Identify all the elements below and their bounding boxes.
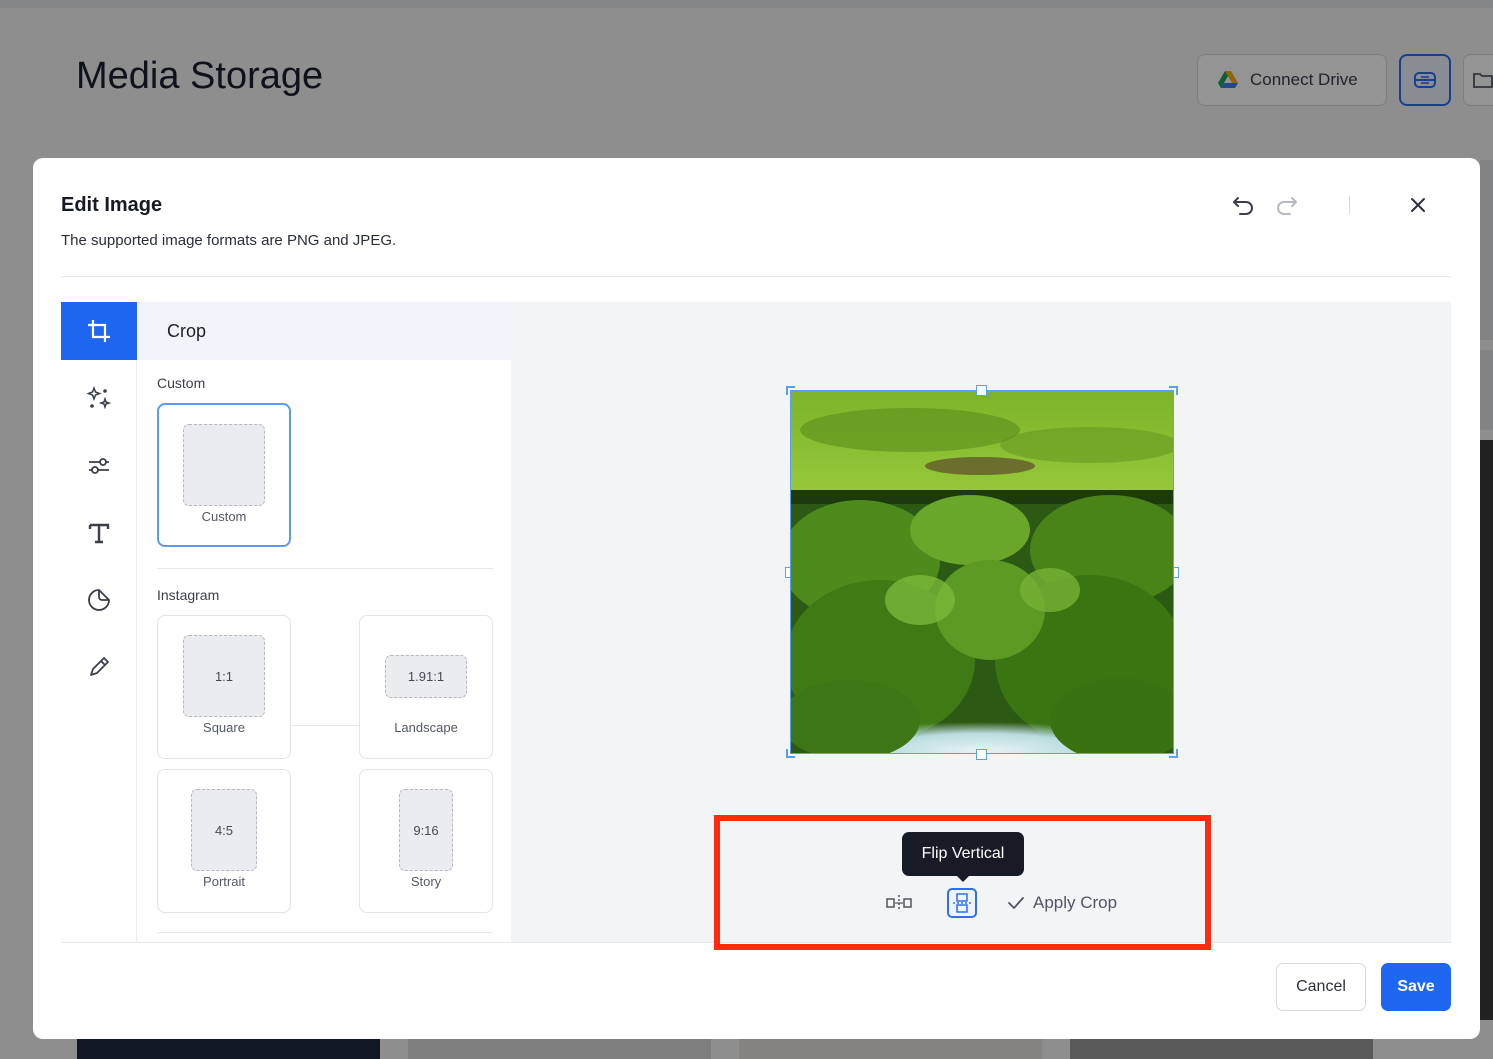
preset-shape	[183, 424, 265, 506]
flip-horizontal-icon	[886, 895, 912, 911]
check-icon	[1008, 897, 1024, 909]
text-icon	[88, 523, 110, 544]
custom-section-label: Custom	[157, 375, 206, 391]
filters-icon	[89, 458, 109, 474]
flip-horizontal-button[interactable]	[883, 888, 915, 918]
preset-caption: Landscape	[394, 720, 458, 735]
crop-options-panel: Crop Custom Custom Instagram 1:1 Square …	[137, 302, 511, 942]
tooltip-arrow	[956, 875, 970, 882]
crop-corner-top-right[interactable]	[1169, 386, 1178, 395]
preset-custom[interactable]: Custom	[157, 403, 291, 547]
preset-shape: 9:16	[399, 789, 453, 871]
tool-sticker[interactable]	[61, 571, 137, 629]
tool-adjust[interactable]	[61, 370, 137, 428]
preset-shape: 4:5	[191, 789, 257, 871]
preset-caption: Custom	[201, 509, 247, 524]
tool-rail	[61, 302, 137, 942]
section-divider	[157, 568, 493, 569]
apply-crop-button[interactable]: Apply Crop	[1007, 888, 1131, 918]
modal-title: Edit Image	[61, 194, 163, 216]
redo-button[interactable]	[1272, 190, 1302, 220]
tool-text[interactable]	[61, 504, 137, 562]
crop-handle-left[interactable]	[785, 567, 791, 578]
preset-caption: Portrait	[203, 874, 245, 889]
crop-icon	[88, 320, 110, 342]
panel-title: Crop	[137, 302, 511, 360]
preset-square[interactable]: 1:1 Square	[157, 615, 291, 759]
tool-draw[interactable]	[61, 638, 137, 696]
preset-shape: 1.91:1	[385, 655, 467, 698]
crop-handle-top[interactable]	[976, 385, 987, 396]
crop-corner-bottom-left[interactable]	[786, 749, 795, 758]
apply-crop-label: Apply Crop	[1033, 893, 1118, 912]
draw-icon	[90, 657, 109, 676]
flip-vertical-icon	[953, 893, 971, 913]
preset-story[interactable]: 9:16 Story	[359, 769, 493, 913]
preset-landscape[interactable]: 1.91:1 Landscape	[359, 615, 493, 759]
instagram-section-label: Instagram	[157, 587, 220, 603]
header-divider	[61, 276, 1451, 277]
close-icon	[1411, 198, 1425, 212]
preset-caption: Square	[203, 720, 245, 735]
modal-subtitle: The supported image formats are PNG and …	[61, 232, 397, 249]
tool-crop[interactable]	[61, 302, 137, 360]
crop-handle-right[interactable]	[1173, 567, 1179, 578]
footer-divider	[61, 942, 1451, 943]
crop-corner-bottom-right[interactable]	[1169, 749, 1178, 758]
section-divider	[157, 932, 493, 933]
preset-portrait[interactable]: 4:5 Portrait	[157, 769, 291, 913]
sticker-icon	[88, 589, 110, 611]
image-canvas: Flip Vertical Apply Crop	[511, 302, 1451, 942]
edit-image-modal: Edit Image The supported image formats a…	[33, 158, 1480, 1039]
tool-filters[interactable]	[61, 437, 137, 495]
flip-vertical-tooltip: Flip Vertical	[902, 832, 1024, 876]
cancel-button[interactable]: Cancel	[1276, 963, 1366, 1011]
save-button[interactable]: Save	[1381, 963, 1451, 1011]
close-button[interactable]	[1403, 190, 1433, 220]
redo-icon	[1277, 197, 1297, 215]
flip-vertical-button[interactable]	[947, 888, 977, 918]
crop-frame[interactable]	[790, 390, 1174, 754]
magic-adjust-icon	[86, 386, 112, 410]
header-separator	[1349, 196, 1350, 214]
undo-icon	[1233, 197, 1253, 215]
undo-button[interactable]	[1228, 190, 1258, 220]
preset-caption: Story	[410, 874, 442, 889]
crop-corner-top-left[interactable]	[786, 386, 795, 395]
preset-shape: 1:1	[183, 635, 265, 717]
crop-handle-bottom[interactable]	[976, 749, 987, 760]
